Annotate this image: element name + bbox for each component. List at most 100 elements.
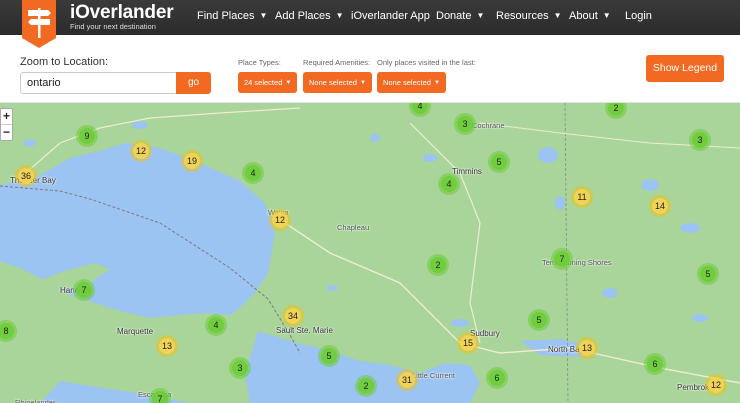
place-cluster-marker[interactable]: 13 (156, 335, 178, 357)
caret-down-icon: ▼ (285, 80, 292, 86)
cluster-count: 9 (79, 128, 95, 144)
amenities-value: None selected (309, 78, 357, 87)
caret-down-icon: ▼ (553, 11, 562, 20)
nav-item-label: Donate (436, 10, 472, 22)
place-cluster-marker[interactable]: 5 (318, 345, 340, 367)
place-label: Timmins (452, 167, 482, 176)
place-cluster-marker[interactable]: 31 (396, 369, 418, 391)
cluster-count: 12 (708, 377, 724, 393)
nav-item-ioverlander-app[interactable]: iOverlander App (351, 10, 430, 22)
place-cluster-marker[interactable]: 36 (15, 165, 37, 187)
show-legend-button[interactable]: Show Legend (646, 55, 724, 82)
cluster-count: 5 (491, 154, 507, 170)
place-cluster-marker[interactable]: 14 (649, 195, 671, 217)
caret-down-icon: ▼ (433, 80, 440, 86)
place-label: Rhinelander (15, 398, 56, 403)
location-search-input[interactable] (20, 72, 177, 94)
go-button[interactable]: go (176, 72, 211, 94)
cluster-count: 4 (208, 317, 224, 333)
cluster-count: 6 (647, 356, 663, 372)
caret-down-icon: ▼ (335, 11, 344, 20)
nav-item-login[interactable]: Login (625, 10, 652, 22)
place-cluster-marker[interactable]: 7 (73, 279, 95, 301)
cluster-count: 3 (457, 116, 473, 132)
place-cluster-marker[interactable]: 12 (269, 209, 291, 231)
nav-item-label: Add Places (275, 10, 331, 22)
caret-down-icon: ▼ (476, 11, 485, 20)
cluster-count: 19 (184, 153, 200, 169)
cluster-count: 2 (608, 103, 624, 116)
place-cluster-marker[interactable]: 7 (149, 388, 171, 403)
place-label: Sault Ste. Marie (276, 326, 333, 335)
place-cluster-marker[interactable]: 13 (576, 337, 598, 359)
place-cluster-marker[interactable]: 2 (355, 375, 377, 397)
caret-down-icon: ▼ (359, 80, 366, 86)
caret-down-icon: ▼ (259, 11, 268, 20)
visited-value: None selected (383, 78, 431, 87)
place-types-label: Place Types: (238, 58, 281, 67)
place-cluster-marker[interactable]: 3 (229, 357, 251, 379)
cluster-count: 11 (574, 189, 590, 205)
nav-item-donate[interactable]: Donate ▼ (436, 10, 484, 22)
cluster-count: 12 (133, 143, 149, 159)
place-label: Cochrane (472, 121, 505, 130)
place-cluster-marker[interactable]: 3 (454, 113, 476, 135)
logo-signpost-icon[interactable] (22, 0, 56, 48)
cluster-count: 7 (152, 391, 168, 403)
place-cluster-marker[interactable]: 4 (205, 314, 227, 336)
cluster-count: 13 (159, 338, 175, 354)
nav-item-about[interactable]: About ▼ (569, 10, 611, 22)
place-types-dropdown[interactable]: 24 selected ▼ (238, 72, 298, 93)
caret-down-icon: ▼ (602, 11, 611, 20)
map-canvas[interactable]: + − Thunder BayHancockMarquetteEscanabaR… (0, 103, 740, 403)
place-label: Little Current (412, 371, 455, 380)
zoom-out-button[interactable]: − (1, 125, 12, 141)
cluster-count: 4 (412, 103, 428, 114)
place-cluster-marker[interactable]: 3 (689, 129, 711, 151)
place-cluster-marker[interactable]: 6 (644, 353, 666, 375)
place-cluster-marker[interactable]: 11 (571, 186, 593, 208)
place-cluster-marker[interactable]: 2 (427, 254, 449, 276)
cluster-count: 31 (399, 372, 415, 388)
cluster-count: 3 (692, 132, 708, 148)
cluster-count: 7 (76, 282, 92, 298)
cluster-count: 4 (245, 165, 261, 181)
amenities-dropdown[interactable]: None selected ▼ (303, 72, 372, 93)
nav-item-resources[interactable]: Resources ▼ (496, 10, 562, 22)
place-cluster-marker[interactable]: 15 (457, 332, 479, 354)
place-cluster-marker[interactable]: 5 (488, 151, 510, 173)
visited-label: Only places visited in the last: (377, 58, 476, 67)
cluster-count: 7 (554, 251, 570, 267)
nav-item-label: Resources (496, 10, 549, 22)
place-cluster-marker[interactable]: 6 (486, 367, 508, 389)
cluster-count: 4 (441, 176, 457, 192)
cluster-count: 12 (272, 212, 288, 228)
zoom-in-button[interactable]: + (1, 109, 12, 125)
cluster-count: 5 (700, 266, 716, 282)
place-types-value: 24 selected (244, 78, 283, 87)
cluster-count: 5 (321, 348, 337, 364)
zoom-to-location-label: Zoom to Location: (20, 56, 109, 68)
place-label: Chapleau (337, 223, 370, 232)
place-label: Marquette (117, 327, 154, 336)
visited-dropdown[interactable]: None selected ▼ (377, 72, 446, 93)
nav-item-find-places[interactable]: Find Places ▼ (197, 10, 267, 22)
place-cluster-marker[interactable]: 4 (242, 162, 264, 184)
place-cluster-marker[interactable]: 12 (705, 374, 727, 396)
place-cluster-marker[interactable]: 19 (181, 150, 203, 172)
place-cluster-marker[interactable]: 5 (697, 263, 719, 285)
place-cluster-marker[interactable]: 5 (528, 309, 550, 331)
nav-item-add-places[interactable]: Add Places ▼ (275, 10, 344, 22)
place-cluster-marker[interactable]: 9 (76, 125, 98, 147)
place-cluster-marker[interactable]: 12 (130, 140, 152, 162)
top-navbar: iOverlander Find your next destination F… (0, 0, 740, 48)
search-toolbar: Zoom to Location: go Place Types: 24 sel… (0, 35, 740, 103)
amenities-label: Required Amenities: (303, 58, 371, 67)
lake-superior (0, 143, 275, 318)
place-cluster-marker[interactable]: 34 (282, 305, 304, 327)
place-cluster-marker[interactable]: 7 (551, 248, 573, 270)
cluster-count: 36 (18, 168, 34, 184)
place-cluster-marker[interactable]: 4 (438, 173, 460, 195)
cluster-count: 3 (232, 360, 248, 376)
cluster-count: 34 (285, 308, 301, 324)
